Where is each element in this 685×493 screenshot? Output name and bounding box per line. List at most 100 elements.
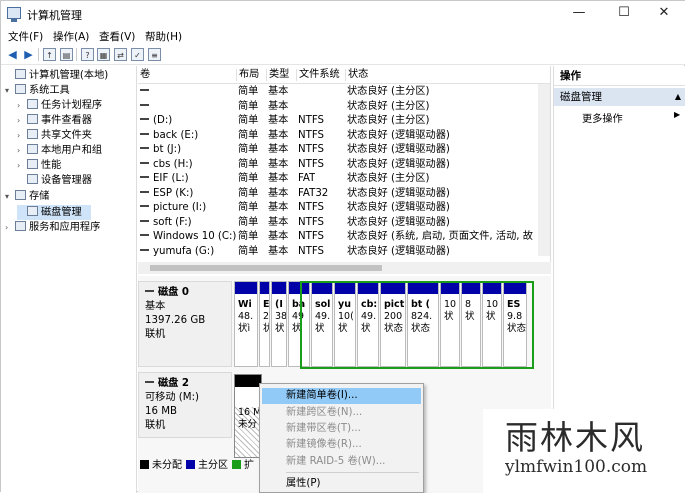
- volume-name-cell: picture (I:): [140, 201, 206, 216]
- close-button[interactable]: ✕: [641, 1, 685, 27]
- menu-bar: 文件(F) 操作(A) 查看(V) 帮助(H): [1, 27, 685, 45]
- scrollbar-thumb[interactable]: [150, 265, 382, 271]
- status-cell: 状态良好 (主分区): [347, 173, 430, 184]
- check-icon[interactable]: ✓: [131, 48, 144, 61]
- chevron-right-icon[interactable]: ›: [17, 143, 27, 158]
- chevron-down-icon[interactable]: ▾: [5, 83, 15, 98]
- filesystem-cell: NTFS: [298, 144, 324, 155]
- list-icon[interactable]: ≡: [148, 48, 161, 61]
- tree-item-disk-management[interactable]: 磁盘管理: [17, 205, 91, 220]
- chevron-right-icon[interactable]: ›: [17, 113, 27, 128]
- extended-partition-frame: [300, 281, 534, 369]
- menu-new-simple-volume[interactable]: 新建简单卷(I)...: [262, 388, 421, 404]
- table-row[interactable]: (D:) 简单 基本 NTFS 状态良好 (主分区): [138, 114, 538, 129]
- chevron-down-icon[interactable]: ▾: [5, 189, 15, 204]
- status-cell: 状态良好 (逻辑驱动器): [347, 216, 450, 228]
- volume-icon: [140, 176, 149, 178]
- column-header-layout[interactable]: 布局: [236, 69, 259, 81]
- column-header-volume[interactable]: 卷: [138, 69, 150, 81]
- filesystem-cell: NTFS: [298, 158, 324, 170]
- properties-icon[interactable]: ▦: [97, 48, 110, 61]
- menu-view[interactable]: 查看(V): [99, 29, 135, 44]
- horizontal-scrollbar[interactable]: [138, 262, 551, 274]
- layout-cell: 简单: [238, 144, 259, 155]
- disk0-label[interactable]: 磁盘 0 基本 1397.26 GB 联机: [138, 281, 232, 367]
- volume-name-cell: [140, 85, 153, 100]
- table-row[interactable]: yumufa (G:) 简单 基本 NTFS 状态良好 (逻辑驱动器): [138, 245, 538, 260]
- tree-item-services-applications[interactable]: › 服务和应用程序: [5, 220, 100, 235]
- table-row[interactable]: ESP (K:) 简单 基本 FAT32 状态良好 (逻辑驱动器): [138, 187, 538, 202]
- status-cell: 状态良好 (系统, 启动, 页面文件, 活动, 故: [347, 231, 533, 242]
- tree-item-local-users-groups[interactable]: › 本地用户和组: [17, 143, 102, 158]
- table-row[interactable]: Windows 10 (C:) 简单 基本 NTFS 状态良好 (系统, 启动, 页面文…: [138, 230, 538, 245]
- chevron-right-icon[interactable]: ›: [17, 128, 27, 143]
- filesystem-cell: NTFS: [298, 202, 324, 213]
- actions-section-disk-management[interactable]: 磁盘管理 ▲: [554, 88, 685, 106]
- tree-item-storage[interactable]: ▾ 存储: [5, 189, 49, 204]
- tree-item-device-manager[interactable]: 设备管理器: [17, 173, 92, 188]
- show-tree-icon[interactable]: ▤: [60, 48, 73, 61]
- menu-new-raid5-volume: 新建 RAID-5 卷(W)...: [286, 456, 386, 467]
- back-arrow-icon[interactable]: ◀: [6, 48, 19, 61]
- forward-arrow-icon[interactable]: ▶: [22, 48, 35, 61]
- disk2-partition[interactable]: 16 M 未分: [234, 374, 262, 458]
- partition-block[interactable]: Wi 48. 状ì: [234, 281, 258, 367]
- chevron-right-icon[interactable]: ›: [17, 98, 27, 113]
- type-cell: 基本: [268, 173, 289, 184]
- storage-icon: [15, 190, 26, 200]
- tree-item-task-scheduler[interactable]: › 任务计划程序: [17, 98, 102, 113]
- volume-name-cell: bt (J:): [140, 143, 181, 158]
- chevron-right-icon[interactable]: ›: [5, 220, 15, 235]
- volume-name-cell: Windows 10 (C:): [140, 230, 236, 245]
- table-row[interactable]: 简单 基本 状态良好 (主分区): [138, 85, 538, 100]
- type-cell: 基本: [268, 245, 289, 257]
- tree-item-computer-management[interactable]: 计算机管理(本地): [5, 68, 108, 83]
- disk2-label[interactable]: 磁盘 2 可移动 (M:) 16 MB 联机: [138, 372, 232, 438]
- partition-block[interactable]: E2状: [259, 281, 270, 367]
- menu-new-striped-volume: 新建带区卷(T)...: [286, 423, 361, 434]
- tree-item-system-tools[interactable]: ▾ 系统工具: [5, 83, 70, 98]
- toolbar-separator: [76, 48, 77, 61]
- legend-extended: 扩: [232, 459, 254, 473]
- help-icon[interactable]: ?: [81, 48, 94, 61]
- actions-header: 操作: [554, 66, 685, 86]
- table-row[interactable]: cbs (H:) 简单 基本 NTFS 状态良好 (逻辑驱动器): [138, 158, 538, 173]
- connect-icon[interactable]: ⇄: [114, 48, 127, 61]
- device-manager-icon: [27, 174, 38, 184]
- tree-item-shared-folders[interactable]: › 共享文件夹: [17, 128, 92, 143]
- status-cell: 状态良好 (逻辑驱动器): [347, 158, 450, 170]
- minimize-button[interactable]: —: [556, 1, 602, 27]
- filesystem-cell: NTFS: [298, 115, 324, 126]
- volume-icon: [140, 205, 149, 207]
- volume-name-cell: (D:): [140, 114, 172, 129]
- volume-name-cell: soft (F:): [140, 216, 192, 231]
- menu-separator: [286, 472, 419, 473]
- partition-block[interactable]: (I 38 状: [271, 281, 287, 367]
- menu-help[interactable]: 帮助(H): [145, 29, 182, 44]
- tree-item-performance[interactable]: › 性能: [17, 158, 61, 173]
- table-row[interactable]: back (E:) 简单 基本 NTFS 状态良好 (逻辑驱动器): [138, 129, 538, 144]
- up-folder-icon[interactable]: ↑: [43, 48, 56, 61]
- menu-file[interactable]: 文件(F): [8, 29, 43, 44]
- table-row[interactable]: soft (F:) 简单 基本 NTFS 状态良好 (逻辑驱动器): [138, 216, 538, 231]
- vertical-scrollbar[interactable]: [538, 84, 550, 256]
- volume-icon: [140, 219, 149, 222]
- table-row[interactable]: 简单 基本 状态良好 (主分区): [138, 100, 538, 115]
- window-title: 计算机管理: [27, 9, 82, 22]
- table-row[interactable]: EIF (L:) 简单 基本 FAT 状态良好 (主分区): [138, 172, 538, 187]
- column-header-filesystem[interactable]: 文件系统: [296, 69, 340, 81]
- menu-action[interactable]: 操作(A): [53, 29, 89, 44]
- collapse-up-icon[interactable]: ▲: [675, 88, 681, 106]
- watermark-url: ylmfwin100.com: [505, 457, 648, 477]
- tree-item-event-viewer[interactable]: › 事件查看器: [17, 113, 92, 128]
- volume-icon: [140, 118, 149, 120]
- layout-cell: 简单: [238, 202, 259, 213]
- menu-properties[interactable]: 属性(P): [262, 476, 421, 492]
- more-actions[interactable]: 更多操作 ▶: [582, 110, 680, 125]
- column-header-type[interactable]: 类型: [266, 69, 289, 81]
- type-cell: 基本: [268, 86, 289, 97]
- table-row[interactable]: bt (J:) 简单 基本 NTFS 状态良好 (逻辑驱动器): [138, 143, 538, 158]
- column-header-status[interactable]: 状态: [345, 69, 368, 81]
- table-row[interactable]: picture (I:) 简单 基本 NTFS 状态良好 (逻辑驱动器): [138, 201, 538, 216]
- chevron-right-icon[interactable]: ›: [17, 158, 27, 173]
